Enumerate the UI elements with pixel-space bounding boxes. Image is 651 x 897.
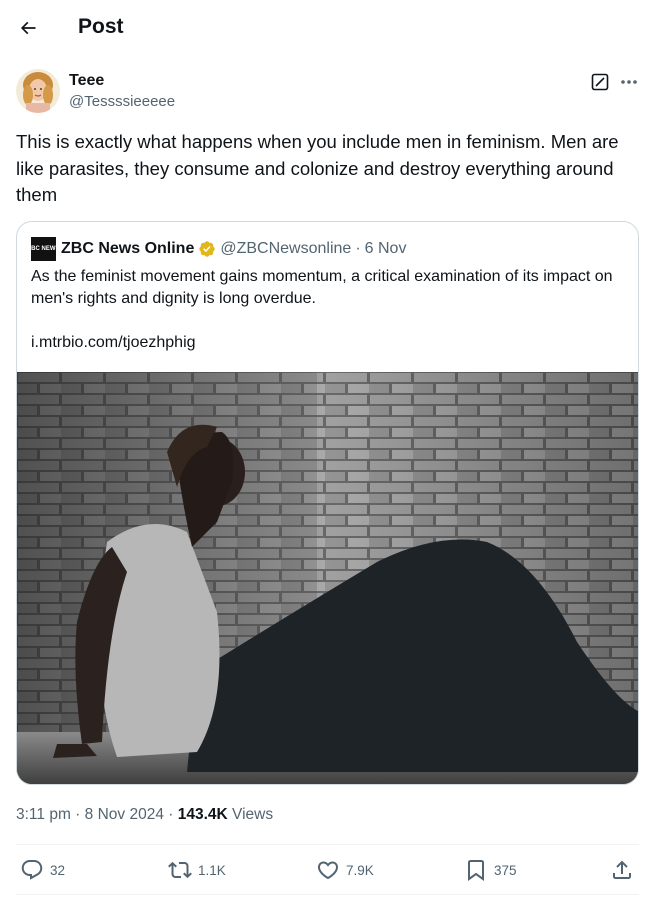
like-count: 7.9K [346, 862, 374, 878]
quoted-author-handle[interactable]: @ZBCNewsonline [220, 240, 351, 258]
share-button[interactable] [610, 858, 634, 882]
back-button[interactable] [12, 12, 44, 44]
like-icon [317, 861, 339, 880]
grok-button[interactable] [588, 70, 612, 94]
more-options-button[interactable] [617, 70, 641, 94]
bookmark-count: 375 [494, 862, 517, 878]
post-text: This is exactly what happens when you in… [16, 131, 619, 205]
views-label: Views [232, 806, 274, 823]
author-name[interactable]: Teee [69, 71, 104, 91]
repost-button[interactable]: 1.1K [168, 858, 226, 882]
quoted-image[interactable] [17, 372, 638, 784]
share-icon [613, 860, 631, 879]
repost-icon [168, 861, 192, 879]
post-time[interactable]: 3:11 pm [16, 806, 71, 823]
author-handle[interactable]: @Tessssieeeee [69, 92, 175, 112]
quoted-avatar[interactable]: ZBC NEWS [28, 237, 60, 261]
quoted-author-name[interactable]: ZBC News Online [61, 240, 194, 258]
reply-icon [21, 860, 43, 880]
divider [16, 844, 639, 845]
repost-count: 1.1K [198, 862, 226, 878]
quoted-link[interactable]: i.mtrbio.com/tjoezhphig [31, 332, 196, 354]
post-author: Teee @Tessssieeeee [16, 68, 637, 116]
bookmark-button[interactable]: 375 [464, 858, 517, 882]
quoted-date[interactable]: 6 Nov [365, 240, 407, 258]
verified-gold-icon [198, 240, 216, 258]
meta-separator: · [75, 806, 81, 823]
like-button[interactable]: 7.9K [316, 858, 374, 882]
grok-icon [591, 73, 609, 91]
reply-button[interactable]: 32 [20, 858, 65, 882]
avatar[interactable] [16, 69, 60, 113]
post-date[interactable]: 8 Nov 2024 [85, 806, 164, 823]
page-title: Post [78, 15, 124, 38]
meta-separator: · [168, 806, 174, 823]
quoted-separator: · [355, 240, 361, 257]
quoted-post[interactable]: ZBC NEWS ZBC News Online @ZBCNewsonline … [16, 221, 639, 785]
quoted-logo-text: ZBC NEWS [27, 246, 60, 252]
post-meta: 3:11 pm · 8 Nov 2024 · 143.4K Views [16, 804, 273, 826]
top-bar: Post [0, 0, 651, 54]
bookmark-icon [468, 860, 484, 881]
reply-count: 32 [50, 862, 66, 878]
views-count: 143.4K [177, 806, 228, 823]
back-arrow-icon [20, 21, 36, 35]
action-bar: 32 1.1K 7.9K 375 [16, 846, 639, 894]
quoted-post-header: ZBC NEWS ZBC News Online @ZBCNewsonline … [28, 237, 407, 261]
quoted-text: As the feminist movement gains momentum,… [31, 268, 613, 307]
more-icon [621, 80, 637, 84]
divider [16, 894, 639, 895]
